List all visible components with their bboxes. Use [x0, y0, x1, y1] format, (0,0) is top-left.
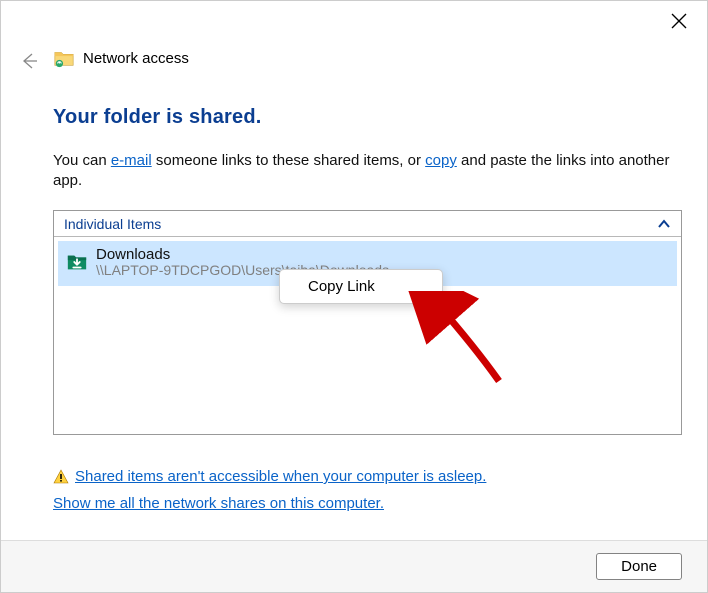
annotation-arrow-icon: [379, 291, 509, 391]
warning-row: Shared items aren't accessible when your…: [53, 468, 682, 485]
downloads-folder-icon: [66, 251, 88, 273]
item-name: Downloads: [96, 247, 389, 264]
context-menu: Copy Link: [279, 269, 443, 304]
warning-icon: [53, 469, 69, 485]
intro-part: someone links to these shared items, or: [152, 152, 425, 169]
intro-text: You can e-mail someone links to these sh…: [53, 151, 682, 192]
copy-link[interactable]: copy: [425, 152, 457, 169]
close-icon: [671, 13, 687, 29]
email-link[interactable]: e-mail: [111, 152, 152, 169]
page-heading: Your folder is shared.: [53, 106, 682, 129]
dialog-header: Network access: [53, 47, 687, 69]
sleep-warning-link[interactable]: Shared items aren't accessible when your…: [75, 468, 486, 485]
done-button[interactable]: Done: [596, 553, 682, 580]
content-area: Your folder is shared. You can e-mail so…: [53, 106, 682, 435]
group-header[interactable]: Individual Items: [54, 211, 681, 237]
menu-item-copy-link[interactable]: Copy Link: [280, 272, 442, 301]
network-access-dialog: Network access Your folder is shared. Yo…: [0, 0, 708, 593]
back-button[interactable]: [19, 51, 39, 71]
arrow-left-icon: [19, 51, 39, 71]
show-all-shares-link[interactable]: Show me all the network shares on this c…: [53, 495, 384, 512]
intro-part: You can: [53, 152, 111, 169]
close-button[interactable]: [671, 13, 689, 31]
dialog-title: Network access: [83, 50, 189, 67]
show-all-row: Show me all the network shares on this c…: [53, 495, 384, 512]
dialog-footer: Done: [1, 540, 707, 592]
chevron-up-icon: [657, 217, 671, 231]
shared-items-box: Individual Items Downloads \\LAPTOP-9TDC…: [53, 210, 682, 435]
network-folder-icon: [53, 47, 75, 69]
group-title: Individual Items: [64, 216, 657, 232]
